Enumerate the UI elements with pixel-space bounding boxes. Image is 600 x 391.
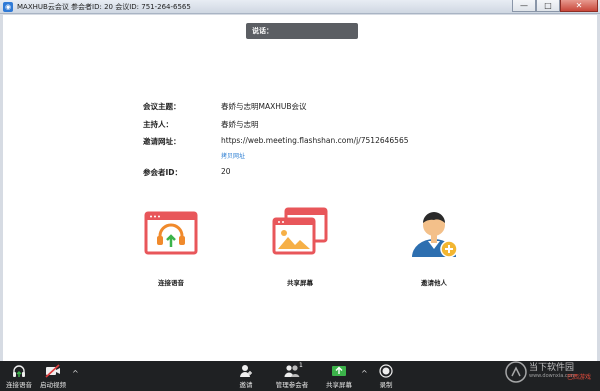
- video-options-caret[interactable]: ^: [72, 369, 79, 378]
- share-screen-label: 共享屏幕: [287, 279, 313, 287]
- toolbar-record[interactable]: 录制: [374, 361, 398, 391]
- invite-url-label: 邀请网址：: [143, 137, 181, 146]
- window-controls: — □ ✕: [512, 0, 598, 13]
- copy-url-link[interactable]: 拷贝网址: [221, 151, 245, 160]
- participant-id-label: 参会者ID：: [143, 168, 183, 177]
- toolbar-record-label: 录制: [379, 381, 393, 389]
- share-screen-icon: [272, 207, 328, 255]
- toolbar-connect-audio-label: 连接语音: [6, 381, 32, 389]
- topic-label: 会议主题：: [143, 102, 181, 111]
- toolbar-invite[interactable]: 邀请: [232, 361, 260, 391]
- toolbar-share-screen[interactable]: 共享屏幕: [322, 361, 356, 391]
- headphone-icon: [13, 365, 25, 377]
- toolbar-manage-participants[interactable]: 1 管理参会者: [272, 361, 312, 391]
- invite-url-value: https://web.meeting.flashshan.com/j/7512…: [221, 136, 409, 145]
- meeting-main-area: 说话： 会议主题： 春娇与志明MAXHUB会议 主持人： 春娇与志明 邀请网址：…: [3, 15, 597, 361]
- connect-audio-label: 连接语音: [158, 279, 184, 287]
- maximize-button[interactable]: □: [536, 0, 560, 12]
- toolbar-connect-audio[interactable]: 连接语音: [2, 361, 36, 391]
- watermark-tag: 巴西游戏: [567, 374, 592, 381]
- watermark: 当下软件园 www.downxia.com 巴西游戏: [503, 359, 597, 385]
- window-title: MAXHUB云会议 参会者ID: 20 会议ID: 751-264-6565: [17, 2, 191, 11]
- toolbar-start-video-label: 启动视频: [40, 381, 66, 389]
- headphone-window-icon: [144, 211, 198, 255]
- app-logo-icon: ◉: [3, 1, 13, 12]
- window-titlebar: ◉ MAXHUB云会议 参会者ID: 20 会议ID: 751-264-6565…: [0, 0, 600, 14]
- speaking-indicator: 说话：: [246, 23, 358, 39]
- toolbar-start-video[interactable]: 启动视频: [36, 361, 70, 391]
- invite-icon: [240, 365, 252, 377]
- share-screen-arrow-icon: [332, 366, 346, 376]
- host-label: 主持人：: [143, 120, 173, 129]
- toolbar-share-screen-label: 共享屏幕: [326, 381, 352, 389]
- record-icon: [379, 364, 393, 378]
- toolbar-invite-label: 邀请: [239, 381, 253, 389]
- invite-others-label: 邀请他人: [421, 279, 447, 287]
- watermark-logo-icon: [505, 361, 527, 383]
- participant-count-badge: 1: [299, 362, 303, 369]
- invite-person-icon: [412, 212, 458, 258]
- video-off-icon: [45, 364, 60, 378]
- share-options-caret[interactable]: ^: [361, 369, 368, 378]
- minimize-button[interactable]: —: [512, 0, 536, 12]
- host-value: 春娇与志明: [221, 120, 259, 129]
- participant-id-value: 20: [221, 167, 231, 176]
- speaking-label: 说话：: [252, 27, 273, 35]
- toolbar-manage-participants-label: 管理参会者: [275, 381, 309, 389]
- close-button[interactable]: ✕: [560, 0, 598, 12]
- participants-icon: [284, 365, 300, 377]
- topic-value: 春娇与志明MAXHUB会议: [221, 102, 307, 111]
